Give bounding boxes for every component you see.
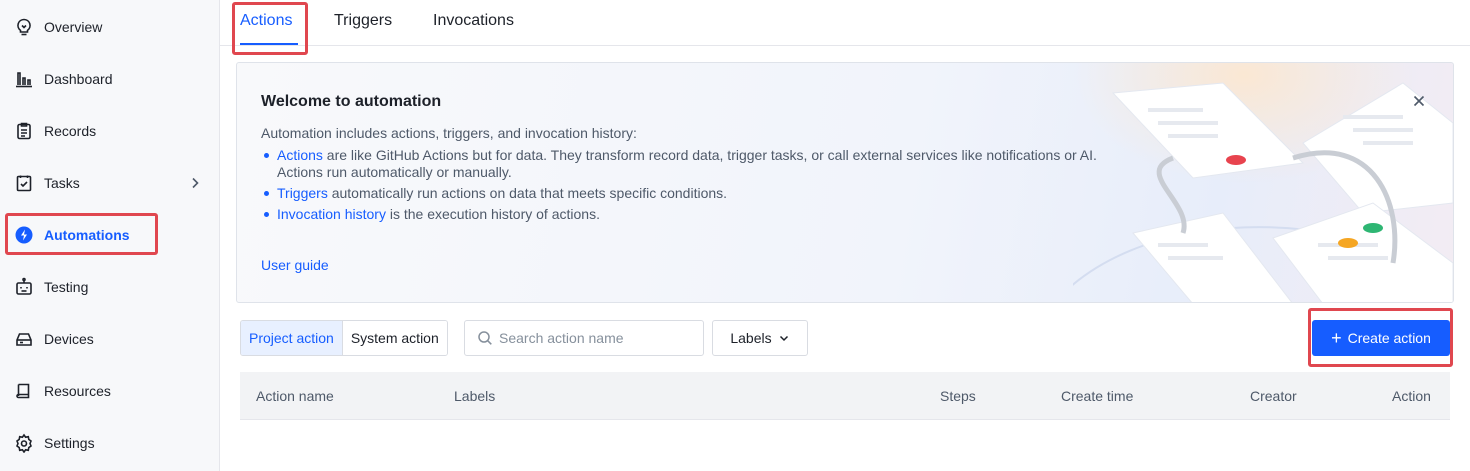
list-item: Invocation history is the execution hist… (261, 206, 1161, 223)
system-action-option[interactable]: System action (342, 321, 447, 355)
labels-dropdown-label: Labels (730, 330, 772, 346)
sidebar-item-label: Testing (44, 279, 89, 295)
sidebar-item-label: Settings (44, 435, 95, 451)
column-header-action-name: Action name (256, 388, 334, 404)
column-header-action: Action (1392, 388, 1431, 404)
banner-bullet-list: Actions are like GitHub Actions but for … (261, 147, 1161, 227)
sidebar: Overview Dashboard Records Tasks Automat… (0, 0, 220, 471)
user-guide-link[interactable]: User guide (261, 257, 329, 273)
triggers-link[interactable]: Triggers (277, 185, 328, 201)
sidebar-item-automations[interactable]: Automations (0, 215, 219, 255)
column-header-create-time: Create time (1061, 388, 1134, 404)
column-header-labels: Labels (454, 388, 496, 404)
close-icon[interactable] (1411, 93, 1427, 109)
chevron-down-icon (779, 335, 788, 342)
bullet-text: is the execution history of actions. (385, 206, 600, 222)
sidebar-item-label: Resources (44, 383, 111, 399)
sidebar-item-overview[interactable]: Overview (0, 7, 219, 47)
banner-intro: Automation includes actions, triggers, a… (261, 125, 637, 141)
column-header-steps: Steps (940, 388, 976, 404)
main-content: Actions Triggers Invocations Welcome to … (220, 0, 1470, 471)
create-action-label: Create action (1347, 330, 1431, 346)
tab-invocations[interactable]: Invocations (433, 12, 514, 30)
tab-actions[interactable]: Actions (240, 12, 292, 30)
hard-drive-icon (14, 329, 34, 349)
action-type-segmented-control: Project action System action (240, 320, 448, 356)
project-action-option[interactable]: Project action (241, 321, 343, 355)
sidebar-item-label: Overview (44, 19, 103, 35)
invocation-history-link[interactable]: Invocation history (277, 206, 386, 222)
search-input[interactable] (499, 330, 699, 346)
lightbulb-icon (14, 17, 34, 37)
sidebar-item-label: Records (44, 123, 97, 139)
sidebar-item-dashboard[interactable]: Dashboard (0, 59, 219, 99)
sidebar-item-label: Automations (44, 227, 130, 243)
checklist-icon (14, 173, 34, 193)
sidebar-item-label: Devices (44, 331, 94, 347)
lightning-icon (14, 225, 34, 245)
chevron-right-icon[interactable] (187, 175, 203, 191)
sidebar-item-resources[interactable]: Resources (0, 371, 219, 411)
tab-active-indicator (240, 43, 298, 45)
actions-link[interactable]: Actions (277, 147, 323, 163)
bullet-text: Actions run automatically or manually. (277, 164, 512, 180)
robot-icon (14, 277, 34, 297)
sidebar-item-label: Dashboard (44, 71, 113, 87)
bullet-text: automatically run actions on data that m… (327, 185, 728, 201)
sidebar-item-testing[interactable]: Testing (0, 267, 219, 307)
labels-dropdown[interactable]: Labels (712, 320, 808, 356)
list-item: Actions are like GitHub Actions but for … (261, 147, 1161, 181)
book-icon (14, 381, 34, 401)
search-icon (478, 331, 492, 345)
bullet-text: are like GitHub Actions but for data. Th… (322, 147, 1097, 163)
welcome-banner: Welcome to automation Automation include… (236, 62, 1454, 303)
sidebar-item-settings[interactable]: Settings (0, 423, 219, 463)
list-item: Triggers automatically run actions on da… (261, 185, 1161, 202)
clipboard-icon (14, 121, 34, 141)
gear-icon (14, 433, 34, 453)
sidebar-item-label: Tasks (44, 175, 80, 191)
search-box (464, 320, 704, 356)
sidebar-item-tasks[interactable]: Tasks (0, 163, 219, 203)
bar-chart-icon (14, 69, 34, 89)
table-header: Action name Labels Steps Create time Cre… (240, 372, 1450, 420)
sidebar-item-devices[interactable]: Devices (0, 319, 219, 359)
banner-title: Welcome to automation (261, 93, 442, 110)
plus-icon: + (1331, 328, 1342, 348)
column-header-creator: Creator (1250, 388, 1297, 404)
tab-bar: Actions Triggers Invocations (220, 0, 1470, 55)
create-action-button[interactable]: + Create action (1312, 320, 1450, 356)
tab-triggers[interactable]: Triggers (334, 12, 392, 30)
sidebar-item-records[interactable]: Records (0, 111, 219, 151)
